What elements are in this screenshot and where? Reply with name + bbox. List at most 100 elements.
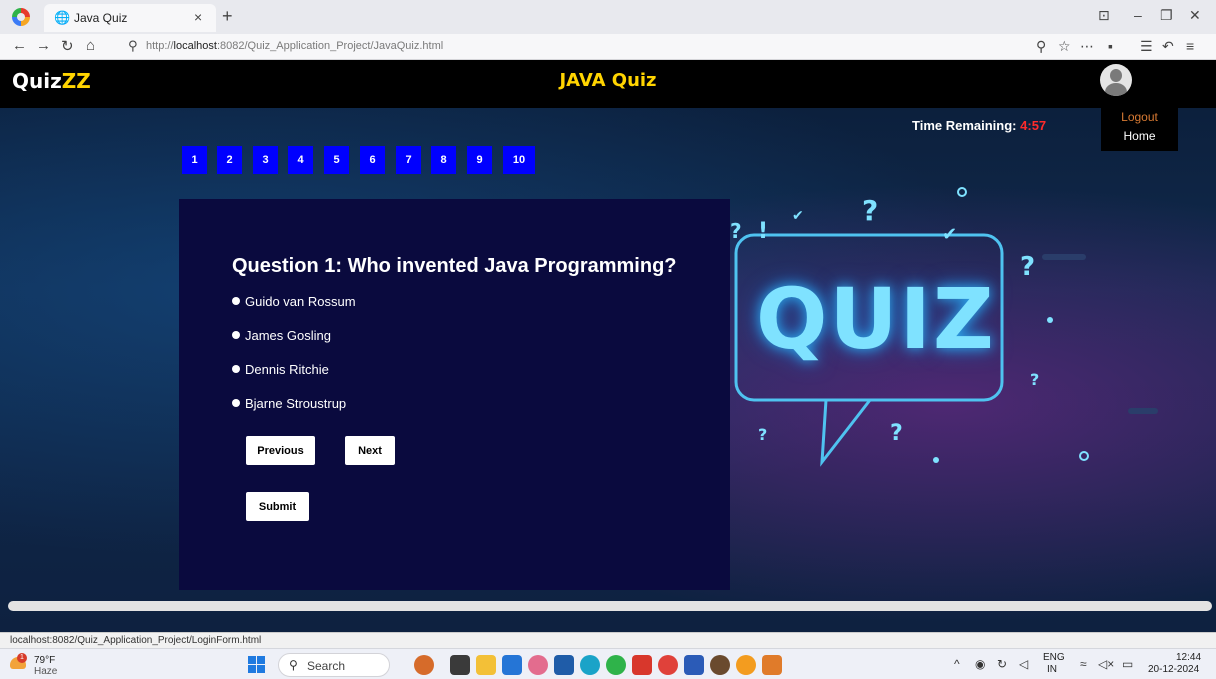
svg-text:✔: ✔	[792, 208, 804, 224]
volume-icon[interactable]: ◁×	[1098, 657, 1114, 671]
user-menu: Logout Home	[1101, 108, 1178, 151]
question-text: Question 1: Who invented Java Programmin…	[232, 255, 677, 277]
hero-quiz-text: QUIZ	[756, 270, 996, 368]
user-avatar-icon[interactable]	[1100, 64, 1132, 96]
menu-icon[interactable]: ≡	[1186, 38, 1194, 54]
widget-app-icon[interactable]	[414, 655, 434, 675]
wifi-icon[interactable]: ≈	[1080, 657, 1087, 671]
browser-tab[interactable]: 🌐 Java Quiz ×	[44, 4, 216, 32]
word-icon[interactable]	[684, 655, 704, 675]
hero-decoration: ? ? ! ? ? ? ? ✔ ✔	[709, 181, 1158, 467]
taskbar-search[interactable]: ⚲ Search	[278, 653, 390, 677]
page-title: JAVA Quiz	[559, 70, 657, 91]
back-icon[interactable]: ←	[12, 37, 27, 54]
question-nav-button-6[interactable]: 6	[360, 146, 385, 174]
browser-tab-bar: 🌐 Java Quiz × + ⊡ – ❐ ✕	[0, 0, 1216, 34]
favorites-icon[interactable]: ☰	[1140, 38, 1153, 55]
tray-sync-icon[interactable]: ↻	[997, 657, 1007, 671]
file-explorer-icon[interactable]	[476, 655, 496, 675]
clock-time[interactable]: 12:44	[1176, 652, 1201, 663]
tab-count-icon[interactable]: ⊡	[1098, 7, 1110, 24]
search-icon: ⚲	[289, 658, 298, 672]
svg-text:?: ?	[890, 421, 903, 446]
timer-label: Time Remaining:	[912, 118, 1017, 133]
weather-condition: Haze	[34, 666, 58, 677]
answer-option-2[interactable]: James Gosling	[232, 328, 331, 343]
search-icon: ⚲	[128, 38, 138, 53]
svg-text:?: ?	[1020, 252, 1035, 282]
question-nav-button-9[interactable]: 9	[467, 146, 492, 174]
language-indicator[interactable]: ENG	[1043, 652, 1065, 663]
home-link[interactable]: Home	[1101, 129, 1178, 143]
svg-text:?: ?	[730, 219, 742, 243]
quiz-hero-illustration: ? ? ! ? ? ? ? ✔ ✔ QUIZ	[709, 150, 1216, 590]
app-viewport: QuizZZ JAVA Quiz Logout Home Time Remain…	[0, 60, 1216, 632]
answer-option-4[interactable]: Bjarne Stroustrup	[232, 396, 346, 411]
extensions-icon[interactable]: ▪	[1108, 38, 1113, 54]
svg-text:!: !	[758, 219, 768, 244]
outlook-icon[interactable]	[502, 655, 522, 675]
app-icon[interactable]	[710, 655, 730, 675]
globe-icon: 🌐	[54, 10, 71, 25]
reload-icon[interactable]: ↻	[61, 37, 74, 55]
submit-button[interactable]: Submit	[246, 492, 309, 521]
weather-temp: 79°F	[34, 655, 56, 666]
store-icon[interactable]	[554, 655, 574, 675]
question-nav-button-7[interactable]: 7	[396, 146, 421, 174]
url-field[interactable]: http://localhost:8082/Quiz_Application_P…	[146, 40, 443, 52]
browser-taskbar-icon[interactable]	[736, 655, 756, 675]
question-nav-button-5[interactable]: 5	[324, 146, 349, 174]
timer: Time Remaining: 4:57	[912, 118, 1046, 133]
question-nav-button-10[interactable]: 10	[503, 146, 535, 174]
chrome-icon[interactable]	[606, 655, 626, 675]
question-nav-button-8[interactable]: 8	[431, 146, 456, 174]
logout-link[interactable]: Logout	[1101, 110, 1178, 124]
taskbar-search-placeholder: Search	[307, 659, 346, 673]
weather-widget[interactable]: 1 79°F Haze	[10, 653, 70, 677]
svg-text:?: ?	[1030, 370, 1039, 389]
browser-logo-icon[interactable]	[12, 8, 30, 26]
close-window-icon[interactable]: ✕	[1189, 7, 1201, 24]
answer-option-3[interactable]: Dennis Ritchie	[232, 362, 329, 377]
edge-icon[interactable]	[580, 655, 600, 675]
task-view-icon[interactable]	[450, 655, 470, 675]
home-icon[interactable]: ⌂	[86, 37, 95, 54]
clock-date: 20-12-2024	[1148, 664, 1200, 675]
timer-value: 4:57	[1020, 118, 1047, 133]
close-tab-icon[interactable]: ×	[194, 9, 202, 25]
next-button[interactable]: Next	[345, 436, 395, 465]
tray-chevron-up-icon[interactable]: ^	[954, 657, 960, 671]
windows-start-icon[interactable]	[248, 656, 266, 674]
question-nav-button-1[interactable]: 1	[182, 146, 207, 174]
vivaldi-icon[interactable]	[658, 655, 678, 675]
horizontal-scrollbar[interactable]	[8, 601, 1212, 611]
svg-text:?: ?	[862, 194, 878, 227]
tray-app-icon[interactable]: ◉	[975, 657, 985, 671]
new-tab-icon[interactable]: +	[222, 6, 233, 27]
app-navbar: QuizZZ JAVA Quiz	[0, 60, 1216, 108]
answer-option-1[interactable]: Guido van Rossum	[232, 294, 356, 309]
battery-icon[interactable]: ▭	[1122, 657, 1133, 671]
svg-text:✔: ✔	[942, 224, 957, 245]
zoom-icon[interactable]: ⚲	[1036, 38, 1046, 55]
weather-badge: 1	[17, 653, 27, 663]
copilot-icon[interactable]	[528, 655, 548, 675]
quiz-card: Question 1: Who invented Java Programmin…	[179, 199, 730, 590]
tab-title: Java Quiz	[74, 11, 128, 25]
previous-button[interactable]: Previous	[246, 436, 315, 465]
restore-icon[interactable]: ❐	[1160, 7, 1173, 24]
taskbar: 1 79°F Haze ⚲ Search ^ ◉ ↻ ◁ ENG IN ≈ ◁×…	[0, 648, 1216, 679]
tray-location-icon[interactable]: ◁	[1019, 657, 1028, 671]
address-bar: ← → ↻ ⌂ ⚲ http://localhost:8082/Quiz_App…	[0, 34, 1216, 60]
tool-icon[interactable]	[762, 655, 782, 675]
bookmark-star-icon[interactable]: ☆	[1058, 38, 1071, 55]
undo-icon[interactable]: ↶	[1162, 38, 1174, 55]
more-icon[interactable]: ⋯	[1080, 38, 1094, 55]
mcafee-icon[interactable]	[632, 655, 652, 675]
question-nav-button-4[interactable]: 4	[288, 146, 313, 174]
language-region: IN	[1047, 664, 1057, 675]
forward-icon[interactable]: →	[36, 37, 51, 54]
minimize-icon[interactable]: –	[1134, 7, 1142, 23]
question-nav-button-2[interactable]: 2	[217, 146, 242, 174]
question-nav-button-3[interactable]: 3	[253, 146, 278, 174]
